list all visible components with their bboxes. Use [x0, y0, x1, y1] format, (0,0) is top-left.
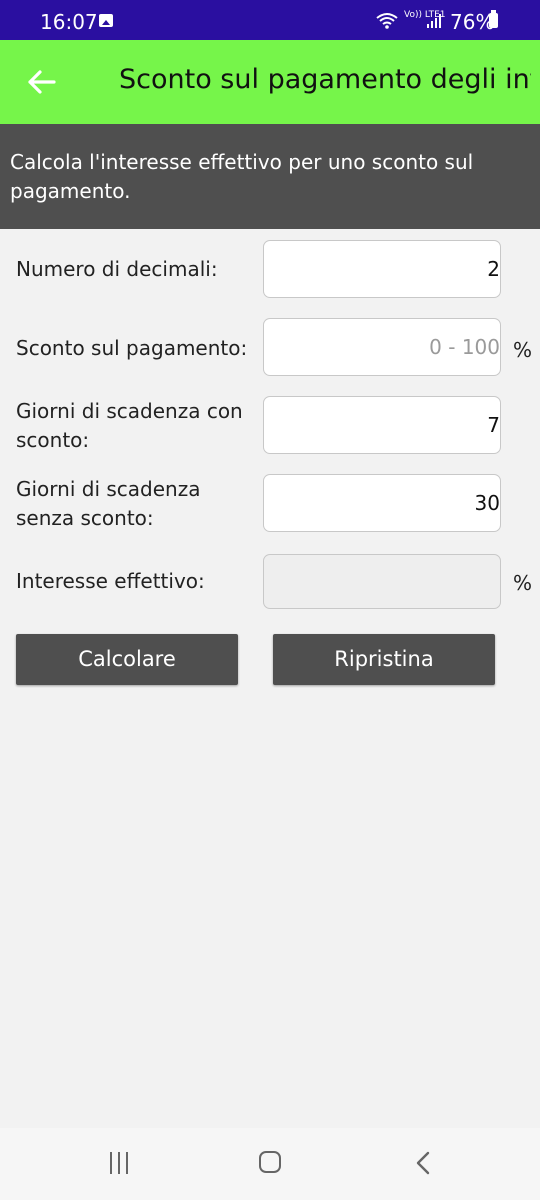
discount-placeholder: 0 - 100	[429, 335, 500, 359]
days-with-discount-input[interactable]: 7	[263, 396, 501, 454]
days-with-discount-label: Giorni di scadenza con sconto:	[16, 399, 243, 452]
app-toolbar: Sconto sul pagamento degli int...	[0, 40, 540, 124]
battery-percent: 76%	[450, 10, 495, 34]
days-without-discount-input[interactable]: 30	[263, 474, 501, 532]
days-with-discount-value: 7	[487, 413, 500, 437]
recents-icon[interactable]	[108, 1152, 132, 1174]
battery-icon	[489, 10, 498, 28]
back-nav-icon[interactable]	[412, 1150, 436, 1176]
wifi-icon	[375, 12, 399, 34]
back-arrow-icon[interactable]	[22, 62, 62, 102]
decimals-input[interactable]: 2	[263, 240, 501, 298]
status-bar: 16:07 Vo)) LTE1 76%	[0, 0, 540, 40]
days-without-discount-value: 30	[474, 491, 500, 515]
page-title: Sconto sul pagamento degli int...	[119, 64, 531, 95]
decimals-value: 2	[487, 257, 500, 281]
reset-button[interactable]: Ripristina	[273, 634, 495, 685]
discount-input[interactable]: 0 - 100	[263, 318, 501, 376]
decimals-label: Numero di decimali:	[16, 257, 218, 281]
description-banner: Calcola l'interesse effettivo per uno sc…	[0, 124, 540, 229]
description-text: Calcola l'interesse effettivo per uno sc…	[10, 150, 474, 203]
calculate-button[interactable]: Calcolare	[16, 634, 238, 685]
status-time: 16:07	[40, 10, 98, 34]
days-without-discount-label: Giorni di scadenza senza sconto:	[16, 477, 201, 530]
signal-icon	[427, 14, 443, 28]
home-icon[interactable]	[259, 1151, 281, 1173]
discount-unit: %	[513, 338, 533, 362]
effective-interest-label: Interesse effettivo:	[16, 569, 205, 593]
image-icon	[99, 14, 113, 27]
effective-interest-unit: %	[513, 571, 533, 595]
discount-label: Sconto sul pagamento:	[16, 336, 248, 360]
system-nav-bar	[0, 1128, 540, 1200]
effective-interest-output	[263, 554, 501, 609]
